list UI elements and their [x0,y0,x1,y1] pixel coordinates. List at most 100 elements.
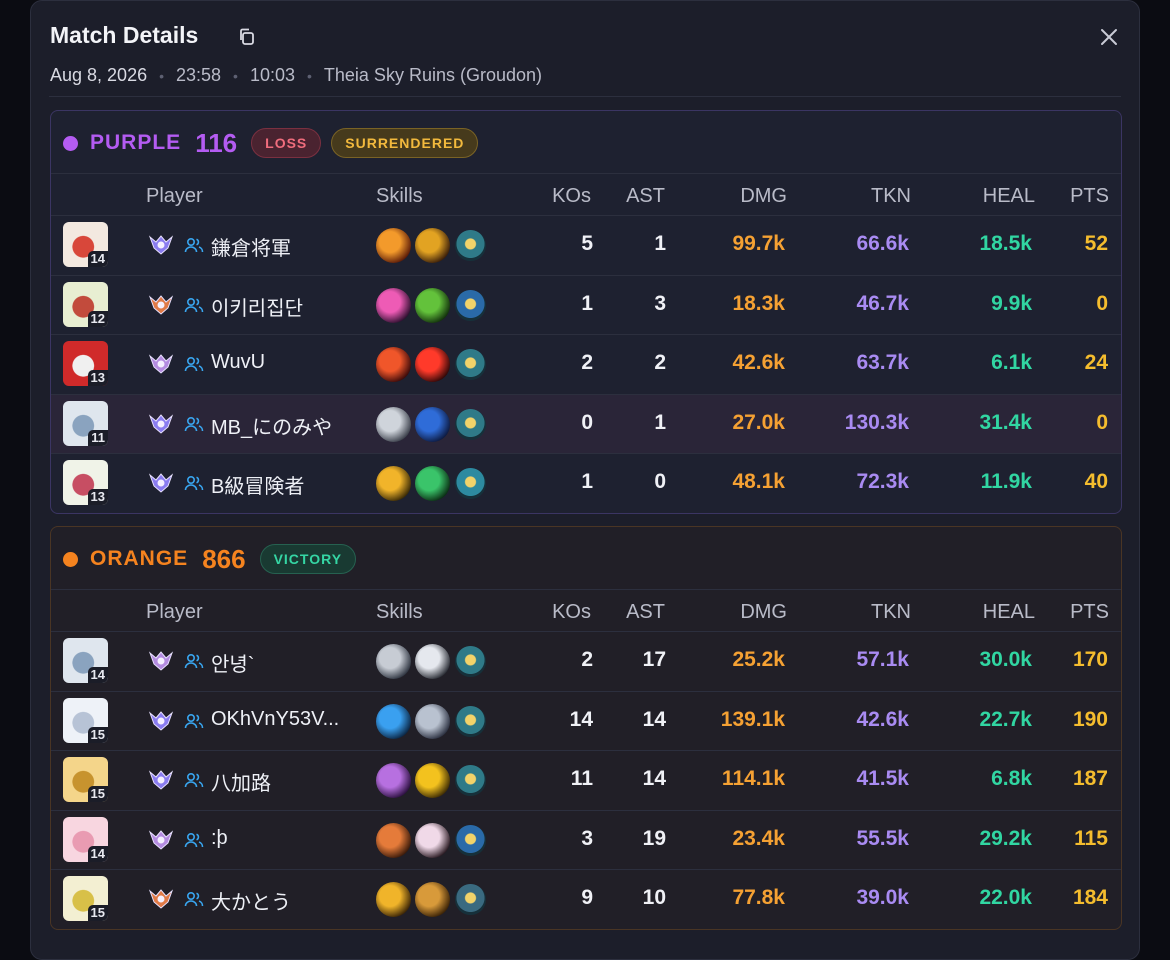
player-row[interactable]: 14:þ 3 19 23.4k 55.5k 29.2k 115 [51,809,1121,870]
player-name[interactable]: 이키리집단 [211,292,303,321]
copy-icon[interactable] [237,27,257,47]
damage-value: 114.1k [721,767,785,790]
player-row[interactable]: 15 八加路 11 14 114.1k 41.5k 6.8k 187 [51,750,1121,810]
player-name[interactable]: B級冒険者 [211,470,304,499]
pokemon-avatar[interactable]: 14 [63,816,108,862]
held-item-icon [455,824,486,856]
move-2-icon [415,763,450,798]
level-badge: 13 [87,370,108,386]
pokemon-avatar[interactable]: 11 [63,400,108,446]
col-tkn[interactable]: TKN [871,601,911,624]
pokemon-avatar[interactable]: 15 [63,697,108,743]
player-row[interactable]: 15 大かとう 9 10 77.8k 39.0k 22.0k 184 [51,869,1121,929]
col-pts[interactable]: PTS [1070,185,1109,208]
player-row[interactable]: 11 MB_にのみや 0 1 27.0k 130.3k 31.4k 0 [51,393,1121,453]
held-item-icon [455,408,486,440]
player-row[interactable]: 14 안녕` 2 17 25.2k 57.1k 30.0k 170 [51,631,1121,691]
assists-value: 10 [642,886,666,909]
heal-value: 18.5k [979,232,1032,255]
level-badge: 11 [88,429,108,446]
player-name[interactable]: MB_にのみや [211,411,332,440]
damage-taken-value: 57.1k [856,648,909,671]
kos-value: 14 [569,707,593,731]
col-pts[interactable]: PTS [1070,601,1109,624]
move-1-icon [376,287,411,323]
player-name[interactable]: 鎌倉将軍 [211,232,291,261]
assists-value: 3 [654,291,666,315]
pokemon-avatar[interactable]: 15 [63,757,108,802]
damage-taken-value: 42.6k [856,707,909,731]
damage-value: 23.4k [732,826,785,850]
col-tkn[interactable]: TKN [871,185,911,208]
party-icon [184,831,204,849]
player-name[interactable]: 大かとう [211,886,291,915]
player-row[interactable]: 13 B級冒険者 1 0 48.1k 72.3k 11.9k 40 [51,453,1121,513]
rank-icon [148,353,174,375]
col-heal[interactable]: HEAL [983,601,1035,624]
rank-icon [148,650,174,672]
rank-icon [148,472,174,494]
level-badge: 14 [87,251,108,267]
player-name[interactable]: 八加路 [211,767,271,796]
kos-value: 0 [581,410,593,434]
rank-icon [148,829,174,851]
move-2-icon [415,703,450,739]
player-name[interactable]: 안녕` [211,648,254,677]
close-icon[interactable] [1097,25,1121,49]
pokemon-avatar[interactable]: 14 [63,222,108,267]
pokemon-avatar[interactable]: 13 [63,341,108,386]
pokemon-avatar[interactable]: 15 [63,876,108,921]
move-1-icon [376,882,411,917]
damage-taken-value: 72.3k [856,470,909,493]
pokemon-avatar[interactable]: 14 [63,638,108,683]
damage-taken-value: 130.3k [844,410,909,434]
col-kos[interactable]: KOs [552,601,591,624]
move-1-icon [376,228,411,263]
party-icon [184,712,204,730]
assists-value: 19 [642,826,666,850]
kos-value: 9 [581,886,593,909]
damage-value: 27.0k [732,410,785,434]
damage-value: 77.8k [732,886,785,909]
held-item-icon [455,884,486,915]
col-dmg[interactable]: DMG [740,185,787,208]
heal-value: 31.4k [979,410,1032,434]
player-name[interactable]: WuvU [211,351,265,374]
player-row[interactable]: 13 WuvU 2 2 42.6k 63.7k 6.1k 24 [51,334,1121,394]
heal-value: 22.7k [979,707,1032,731]
col-heal[interactable]: HEAL [983,185,1035,208]
party-icon [184,652,204,670]
move-1-icon [376,763,411,798]
move-2-icon [415,406,450,442]
player-row[interactable]: 12 이키리집단 1 3 18.3k 46.7k 9.9k 0 [51,274,1121,335]
points-value: 184 [1072,886,1108,909]
kos-value: 2 [581,648,593,671]
player-rows: 14 안녕` 2 17 25.2k 57.1k 30.0k 170 15 OKhVnY53V...… [51,631,1121,929]
assists-value: 17 [642,648,666,671]
loss-badge: LOSS [251,128,322,158]
move-2-icon [415,228,450,263]
player-row[interactable]: 15 OKhVnY53V... 14 14 139.1k 42.6k 22.7k 190 [51,690,1121,751]
col-skills: Skills [376,185,423,207]
player-row[interactable]: 14 鎌倉将軍 5 1 99.7k 66.6k 18.5k 52 [51,215,1121,275]
assists-value: 14 [642,707,666,731]
points-value: 0 [1096,410,1108,434]
col-kos[interactable]: KOs [552,185,591,208]
player-name[interactable]: :þ [211,827,228,850]
move-2-icon [415,466,450,501]
pokemon-avatar[interactable]: 12 [63,281,108,327]
col-ast[interactable]: AST [626,601,665,624]
move-1-icon [376,347,411,382]
move-2-icon [415,822,450,858]
team-color-dot [63,551,78,567]
player-name[interactable]: OKhVnY53V... [211,708,339,731]
pokemon-avatar[interactable]: 13 [63,460,108,505]
kos-value: 3 [581,826,593,850]
damage-value: 25.2k [732,648,785,671]
heal-value: 29.2k [979,826,1032,850]
party-icon [184,890,204,908]
col-dmg[interactable]: DMG [740,601,787,624]
modal-title: Match Details [50,22,199,48]
col-ast[interactable]: AST [626,185,665,208]
heal-value: 9.9k [991,291,1032,315]
